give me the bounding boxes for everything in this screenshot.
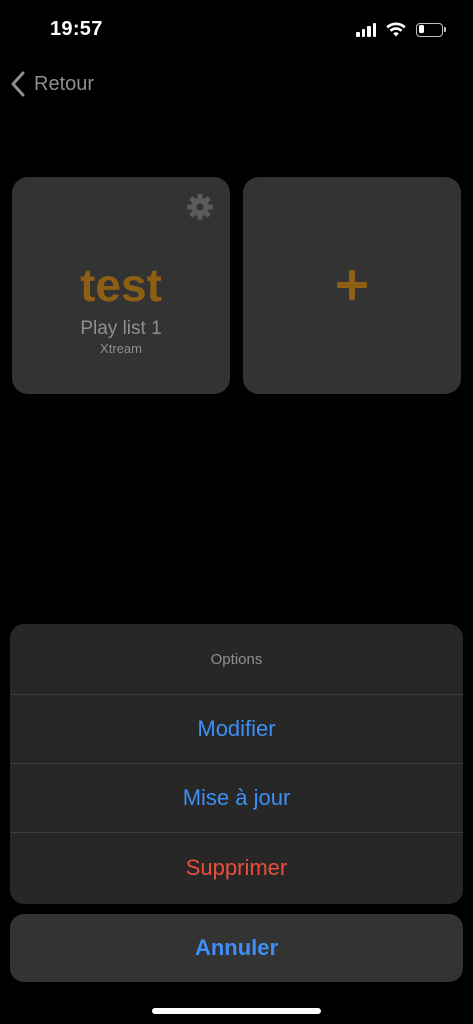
playlist-type: Xtream: [100, 341, 142, 356]
wifi-icon: [386, 22, 406, 37]
status-time: 19:57: [50, 18, 103, 40]
playlist-title: test: [80, 259, 162, 311]
battery-icon: [416, 22, 446, 37]
gear-icon[interactable]: [186, 193, 214, 221]
home-indicator: [152, 1008, 321, 1014]
cellular-signal-icon: [356, 22, 376, 37]
action-sheet: Options Modifier Mise à jour Supprimer: [10, 624, 463, 904]
add-playlist-card[interactable]: [243, 177, 461, 394]
playlist-name: Play list 1: [80, 318, 162, 339]
chevron-left-icon: [11, 71, 25, 97]
battery-level-fill: [418, 25, 424, 33]
back-button[interactable]: Retour: [10, 68, 94, 100]
plus-icon: [337, 269, 367, 300]
action-sheet-title: Options: [10, 624, 463, 695]
status-bar: 19:57: [0, 0, 473, 60]
cancel-button[interactable]: Annuler: [10, 914, 463, 982]
back-button-label: Retour: [34, 72, 95, 95]
status-icons: [356, 22, 446, 37]
delete-button[interactable]: Supprimer: [10, 833, 463, 903]
modify-button[interactable]: Modifier: [10, 695, 463, 764]
update-button[interactable]: Mise à jour: [10, 764, 463, 833]
